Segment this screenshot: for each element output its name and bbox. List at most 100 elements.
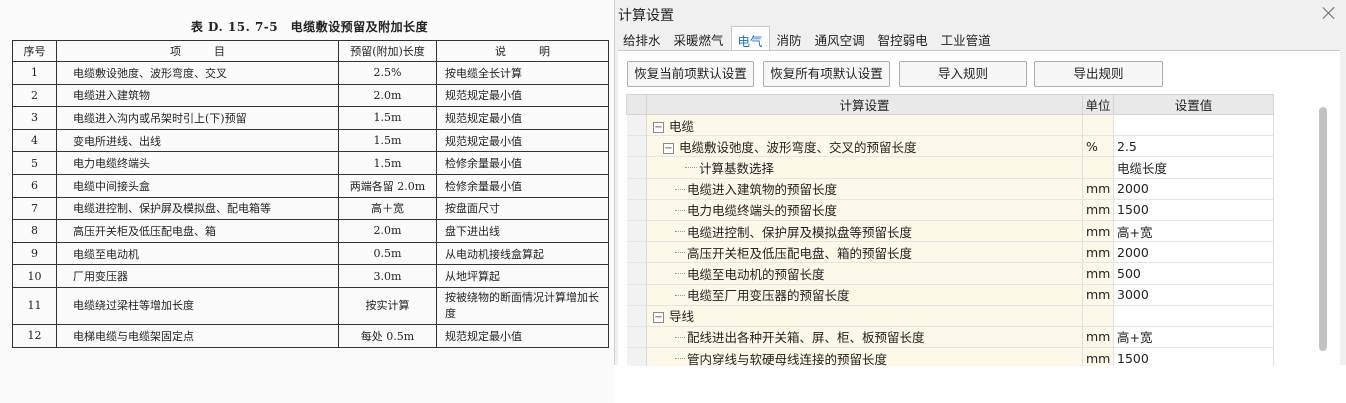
row-length: 2.0m xyxy=(338,83,437,108)
setting-value[interactable] xyxy=(1113,114,1274,137)
setting-value[interactable]: 2000 xyxy=(1113,241,1274,264)
row-number: 8 xyxy=(12,219,57,243)
setting-row[interactable]: 电缆进入建筑物的预留长度 mm 2000 xyxy=(626,178,1274,200)
table-row: 8 高压开关柜及低压配电盘、箱 2.0m 盘下进出线 xyxy=(12,219,609,243)
setting-name: 电缆敷设弛度、波形弯度、交叉的预留长度 xyxy=(679,139,917,155)
row-length: 1.5m xyxy=(338,128,437,153)
setting-name-cell[interactable]: 计算基数选择 xyxy=(646,156,1083,179)
setting-value[interactable]: 2.5 xyxy=(1113,135,1274,158)
setting-name-cell[interactable]: 电缆进控制、保护屏及模拟盘等预留长度 xyxy=(646,220,1083,243)
table-row: 5 电力电缆终端头 1.5m 检修余量最小值 xyxy=(12,151,609,175)
restore-all-default-button[interactable]: 恢复所有项默认设置 xyxy=(763,61,890,87)
calc-settings-dialog: 计算设置 给排水 采暖燃气 电气 消防 通风空调 智控弱电 工业管道 恢复当前项… xyxy=(614,0,1346,366)
tree-connector xyxy=(675,273,685,275)
collapse-icon[interactable]: − xyxy=(653,121,664,133)
setting-name-cell[interactable]: 电缆至电动机的预留长度 xyxy=(646,262,1083,285)
row-length: 2.5% xyxy=(338,61,437,85)
row-number: 11 xyxy=(12,286,57,325)
grid-body: − 电缆 − 电缆敷设弛度、波形弯度、交叉的预留长度% 2.5 计算基数选择 电缆长度 电缆进… xyxy=(626,114,1274,366)
setting-name-cell[interactable]: 电力电缆终端头的预留长度 xyxy=(646,199,1083,221)
tree-connector xyxy=(675,188,685,190)
setting-row[interactable]: 计算基数选择 电缆长度 xyxy=(626,156,1274,179)
tab-hvac[interactable]: 通风空调 xyxy=(809,26,871,51)
setting-name-cell[interactable]: 管内穿线与软硬母线连接的预留长度 xyxy=(646,347,1083,366)
row-item: 电缆进入建筑物 xyxy=(56,83,339,108)
setting-row[interactable]: 电缆至电动机的预留长度 mm 500 xyxy=(626,262,1274,285)
row-number: 3 xyxy=(12,106,57,130)
row-item: 电缆绕过梁柱等增加长度 xyxy=(56,286,339,325)
setting-value[interactable]: 高+宽 xyxy=(1113,326,1274,349)
setting-unit: mm xyxy=(1082,199,1114,221)
setting-name: 电力电缆终端头的预留长度 xyxy=(687,203,838,219)
setting-name-cell[interactable]: − 电缆敷设弛度、波形弯度、交叉的预留长度 xyxy=(646,135,1083,158)
setting-value[interactable]: 高+宽 xyxy=(1113,220,1274,243)
setting-row[interactable]: − 导线 xyxy=(626,305,1274,327)
restore-current-default-button[interactable]: 恢复当前项默认设置 xyxy=(627,61,754,87)
setting-row[interactable]: 电缆进控制、保护屏及模拟盘等预留长度 mm 高+宽 xyxy=(626,220,1274,243)
row-gutter xyxy=(626,305,647,327)
row-number: 12 xyxy=(12,323,57,348)
tab-industrial-pipe[interactable]: 工业管道 xyxy=(935,26,997,51)
setting-row[interactable]: 电力电缆终端头的预留长度 mm 1500 xyxy=(626,199,1274,221)
setting-value[interactable]: 3000 xyxy=(1113,284,1274,306)
tab-fire[interactable]: 消防 xyxy=(771,26,808,51)
row-gutter xyxy=(626,262,647,285)
row-note: 盘下进出线 xyxy=(436,219,609,243)
setting-value[interactable]: 1500 xyxy=(1113,347,1274,366)
setting-name-cell[interactable]: 高压开关柜及低压配电盘、箱的预留长度 xyxy=(646,241,1083,264)
tab-heating-gas[interactable]: 采暖燃气 xyxy=(668,26,730,51)
setting-name-cell[interactable]: 配线进出各种开关箱、屏、柜、板预留长度 xyxy=(646,326,1083,349)
tree-connector xyxy=(675,294,685,296)
tab-low-voltage[interactable]: 智控弱电 xyxy=(872,26,934,51)
tree-connector xyxy=(675,209,685,211)
setting-value[interactable]: 电缆长度 xyxy=(1113,156,1274,179)
setting-row[interactable]: − 电缆 xyxy=(626,114,1274,137)
table-row: 10 厂用变压器 3.0m 从地坪算起 xyxy=(12,264,609,288)
setting-row[interactable]: − 电缆敷设弛度、波形弯度、交叉的预留长度% 2.5 xyxy=(626,135,1274,158)
setting-row[interactable]: 高压开关柜及低压配电盘、箱的预留长度 mm 2000 xyxy=(626,241,1274,264)
collapse-icon[interactable]: − xyxy=(663,142,674,154)
close-icon[interactable] xyxy=(1320,4,1338,22)
tab-water[interactable]: 给排水 xyxy=(617,26,667,51)
grid-scrollbar[interactable] xyxy=(1319,107,1327,351)
row-item: 电梯电缆与电缆架固定点 xyxy=(56,323,339,348)
setting-name: 导线 xyxy=(669,309,695,325)
setting-value[interactable]: 500 xyxy=(1113,262,1274,285)
table-row: 7 电缆进控制、保护屏及模拟盘、配电箱等 高＋宽 按盘面尺寸 xyxy=(12,196,609,221)
row-note: 按电缆全长计算 xyxy=(436,61,609,85)
row-number: 4 xyxy=(12,128,57,153)
setting-name-cell[interactable]: 电缆至厂用变压器的预留长度 xyxy=(646,284,1083,306)
collapse-icon[interactable]: − xyxy=(653,312,664,324)
row-gutter xyxy=(626,135,647,158)
dialog-title: 计算设置 xyxy=(618,8,674,24)
row-note: 从电动机接线盒算起 xyxy=(436,241,609,266)
setting-unit: mm xyxy=(1082,178,1114,200)
tree-connector xyxy=(675,230,685,232)
row-length: 高＋宽 xyxy=(338,196,437,221)
setting-unit xyxy=(1082,156,1114,179)
row-length: 每处 0.5m xyxy=(338,323,437,348)
tree-connector xyxy=(675,336,685,338)
setting-name-cell[interactable]: − 电缆 xyxy=(646,114,1083,137)
row-note: 检修余量最小值 xyxy=(436,151,609,175)
export-rules-button[interactable]: 导出规则 xyxy=(1034,61,1163,87)
setting-name-cell[interactable]: − 导线 xyxy=(646,305,1083,327)
setting-name-cell[interactable]: 电缆进入建筑物的预留长度 xyxy=(646,178,1083,200)
import-rules-button[interactable]: 导入规则 xyxy=(899,61,1027,87)
tab-electrical[interactable]: 电气 xyxy=(730,26,770,51)
setting-row[interactable]: 配线进出各种开关箱、屏、柜、板预留长度 mm 高+宽 xyxy=(626,326,1274,349)
row-gutter xyxy=(626,156,647,179)
setting-unit: mm xyxy=(1082,284,1114,306)
row-item: 电缆至电动机 xyxy=(56,241,339,266)
setting-name: 高压开关柜及低压配电盘、箱的预留长度 xyxy=(687,245,913,261)
setting-name: 电缆至厂用变压器的预留长度 xyxy=(687,288,850,304)
settings-grid: 计算设置 单位 设置值 − 电缆 − 电缆敷设弛度、波形弯度、交叉的预留长度% 2.5 计… xyxy=(626,94,1326,366)
setting-row[interactable]: 管内穿线与软硬母线连接的预留长度 mm 1500 xyxy=(626,347,1274,366)
setting-value[interactable] xyxy=(1113,305,1274,327)
setting-value[interactable]: 1500 xyxy=(1113,199,1274,221)
setting-unit xyxy=(1082,305,1114,327)
setting-unit: mm xyxy=(1082,326,1114,349)
setting-row[interactable]: 电缆至厂用变压器的预留长度 mm 3000 xyxy=(626,284,1274,306)
setting-value[interactable]: 2000 xyxy=(1113,178,1274,200)
row-number: 10 xyxy=(12,264,57,288)
